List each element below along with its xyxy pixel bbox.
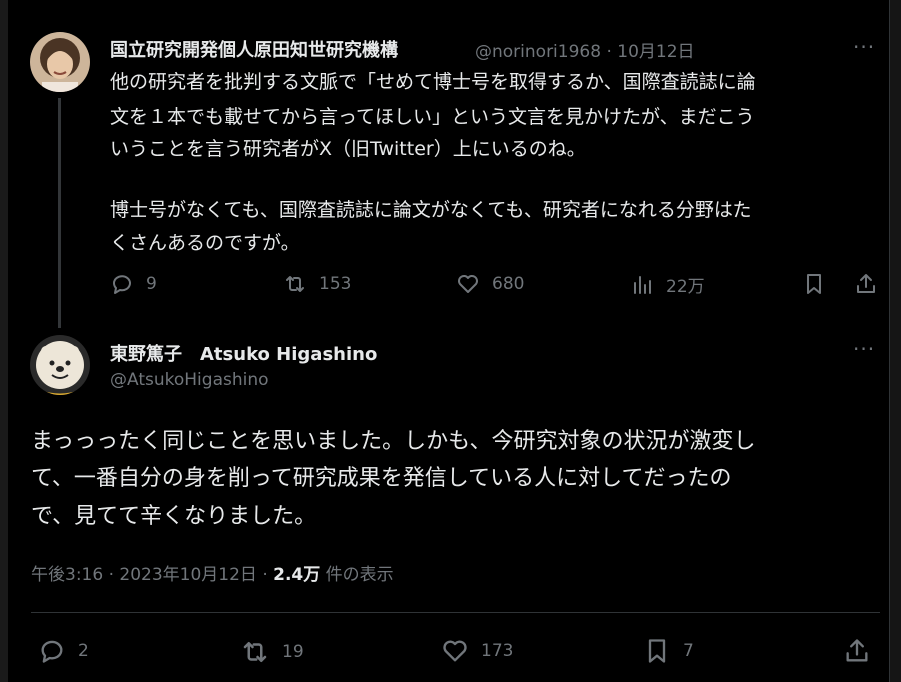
reply-icon — [113, 275, 131, 294]
timestamp-text[interactable]: 午後3:16 · 2023年10月12日 · — [31, 565, 273, 585]
reply-count: 9 — [146, 274, 157, 294]
bookmark-icon — [807, 274, 821, 294]
avatar[interactable] — [30, 335, 90, 395]
like-count: 680 — [492, 274, 525, 294]
thread-line — [58, 98, 61, 328]
view-count: 2.4万 — [273, 565, 321, 585]
reply-button[interactable]: 2 — [38, 637, 89, 665]
post-date[interactable]: 10月12日 — [617, 42, 694, 62]
bookmark-button[interactable] — [802, 272, 826, 296]
divider — [31, 612, 880, 613]
views-button[interactable]: 22万 — [630, 272, 705, 297]
avatar[interactable] — [30, 32, 90, 92]
tweet-text-line: くさんあるのですが。 — [110, 232, 300, 254]
tweet-text-line: 文を１本でも載せてから言ってほしい」という文言を見かけたが、まだこう — [110, 106, 755, 128]
reply-count: 2 — [78, 641, 89, 661]
bookmark-icon — [648, 639, 666, 663]
share-button[interactable] — [843, 637, 871, 665]
like-count: 173 — [481, 641, 514, 661]
retweet-icon — [286, 276, 304, 292]
share-icon — [857, 274, 875, 293]
views-label: 件の表示 — [320, 565, 394, 585]
more-icon[interactable]: ··· — [853, 339, 875, 359]
author-name[interactable]: 東野篤子 Atsuko Higashino — [110, 340, 377, 366]
retweet-icon — [243, 642, 267, 662]
share-button[interactable] — [854, 272, 878, 296]
tweet-text-line: 他の研究者を批判する文脈で「せめて博士号を取得するか、国際査読誌に論 — [110, 71, 756, 93]
bookmark-button[interactable]: 7 — [643, 637, 694, 665]
like-icon — [458, 275, 478, 293]
tweet-text-line: 博士号がなくても、国際査読誌に論文がなくても、研究者になれる分野はた — [110, 199, 752, 221]
retweet-count: 19 — [282, 642, 304, 662]
like-button[interactable]: 173 — [441, 637, 513, 665]
author-name[interactable]: 国立研究開発個人原田知世研究機構 — [110, 36, 398, 62]
retweet-count: 153 — [319, 274, 352, 294]
author-handle[interactable]: @AtsukoHigashino — [110, 370, 269, 390]
separator: · — [606, 42, 612, 62]
like-button[interactable]: 680 — [456, 272, 524, 296]
views-icon — [634, 275, 651, 294]
window-left-edge — [0, 0, 8, 682]
reply-icon — [41, 640, 63, 663]
retweet-button[interactable]: 19 — [240, 637, 304, 667]
scrollbar[interactable] — [889, 0, 901, 682]
handle-text[interactable]: @norinori1968 — [475, 42, 601, 62]
post-timestamp: 午後3:16 · 2023年10月12日 · 2.4万 件の表示 — [31, 560, 394, 585]
views-count: 22万 — [666, 277, 705, 297]
like-icon — [443, 640, 467, 662]
reply-button[interactable]: 9 — [110, 272, 157, 296]
author-handle[interactable]: @norinori1968 · 10月12日 — [475, 37, 695, 62]
tweet-text-line: まっっったく同じことを思いました。しかも、今研究対象の状況が激変し — [31, 429, 756, 454]
tweet-text-line: いうことを言う研究者がX（旧Twitter）上にいるのね。 — [110, 138, 586, 160]
retweet-button[interactable]: 153 — [283, 272, 351, 296]
bookmark-count: 7 — [683, 641, 694, 661]
more-icon[interactable]: ··· — [853, 37, 875, 57]
tweet-text-line: で、見てて辛くなりました。 — [31, 504, 317, 529]
tweet-text-line: て、一番自分の身を削って研究成果を発信している人に対してだったの — [31, 466, 732, 491]
share-icon — [846, 639, 868, 662]
